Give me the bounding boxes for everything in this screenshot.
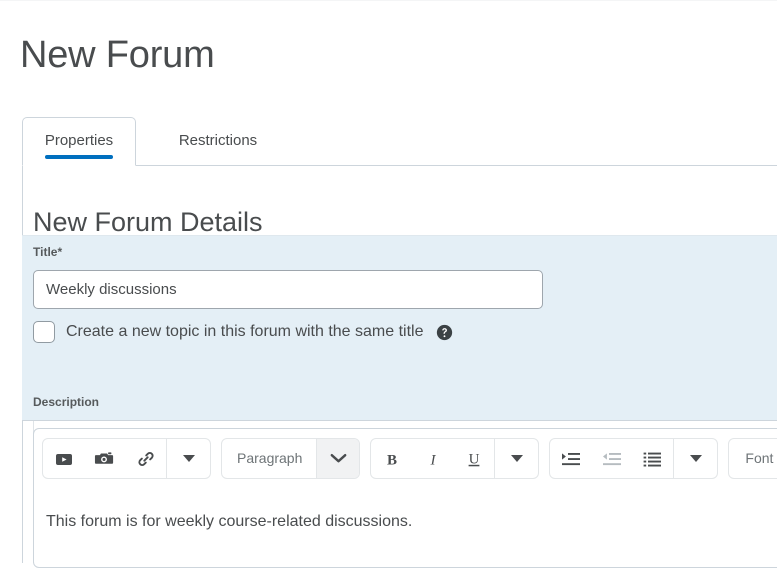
editor-content-text: This forum is for weekly course-related …	[46, 513, 413, 530]
camera-icon	[94, 452, 114, 464]
insert-stuff-icon	[55, 453, 72, 465]
italic-icon: I	[429, 452, 436, 468]
description-field-label: Description	[33, 395, 100, 409]
paragraph-format-value: Paragraph	[237, 450, 303, 466]
bulleted-list-button[interactable]	[632, 439, 673, 478]
list-overflow-button[interactable]	[674, 439, 717, 478]
title-field-panel: Title* Create a new topic in this forum …	[22, 235, 777, 421]
bold-button[interactable]: B	[371, 439, 412, 478]
tab-restrictions[interactable]: Restrictions	[158, 117, 278, 166]
description-rich-text-editor: Paragraph B I U Font This forum is for w…	[33, 428, 777, 568]
insert-image-button[interactable]	[84, 439, 125, 478]
style-overflow-button[interactable]	[495, 439, 538, 478]
tab-restrictions-label: Restrictions	[178, 132, 258, 149]
font-family-select[interactable]: Font	[728, 438, 777, 479]
top-divider	[0, 0, 777, 1]
insert-stuff-button[interactable]	[43, 439, 84, 478]
indent-decrease-icon	[602, 452, 621, 465]
section-heading: New Forum Details	[33, 207, 263, 238]
insert-link-button[interactable]	[125, 439, 166, 478]
insert-overflow-button[interactable]	[167, 439, 210, 478]
underline-icon: U	[468, 451, 479, 467]
same-title-checkbox-label: Create a new topic in this forum with th…	[66, 323, 424, 340]
caret-down-icon	[182, 455, 195, 462]
font-family-value: Font	[745, 450, 774, 466]
chevron-down-icon	[330, 454, 347, 463]
title-input[interactable]	[33, 270, 543, 309]
editor-toolbar: Paragraph B I U Font	[42, 438, 777, 479]
toolbar-group-list	[549, 438, 719, 479]
toolbar-group-style: B I U	[370, 438, 540, 479]
caret-down-icon	[689, 455, 702, 462]
page-title: New Forum	[20, 34, 215, 77]
editor-content-area[interactable]: This forum is for weekly course-related …	[34, 501, 777, 567]
toolbar-group-insert	[42, 438, 211, 479]
required-marker: *	[57, 245, 63, 259]
caret-down-icon	[510, 455, 523, 462]
paragraph-format-select[interactable]: Paragraph	[221, 438, 361, 479]
same-title-checkbox[interactable]	[33, 321, 55, 343]
link-icon	[137, 451, 154, 466]
tab-properties-label: Properties	[44, 132, 114, 159]
underline-button[interactable]: U	[453, 439, 494, 478]
title-field-label: Title*	[33, 245, 62, 259]
title-label-text: Title	[33, 245, 58, 259]
svg-text:B: B	[387, 452, 397, 468]
same-title-checkbox-row: Create a new topic in this forum with th…	[33, 319, 453, 345]
svg-text:I: I	[429, 452, 436, 468]
indent-increase-icon	[561, 452, 580, 465]
tab-strip: Properties Restrictions	[22, 116, 777, 166]
indent-button[interactable]	[550, 439, 591, 478]
outdent-button[interactable]	[591, 439, 632, 478]
italic-button[interactable]: I	[412, 439, 453, 478]
help-circle-icon[interactable]	[436, 324, 453, 341]
unordered-list-icon	[643, 452, 662, 466]
bold-icon: B	[387, 452, 397, 468]
paragraph-format-arrow[interactable]	[316, 439, 360, 478]
tab-properties[interactable]: Properties	[22, 117, 136, 166]
